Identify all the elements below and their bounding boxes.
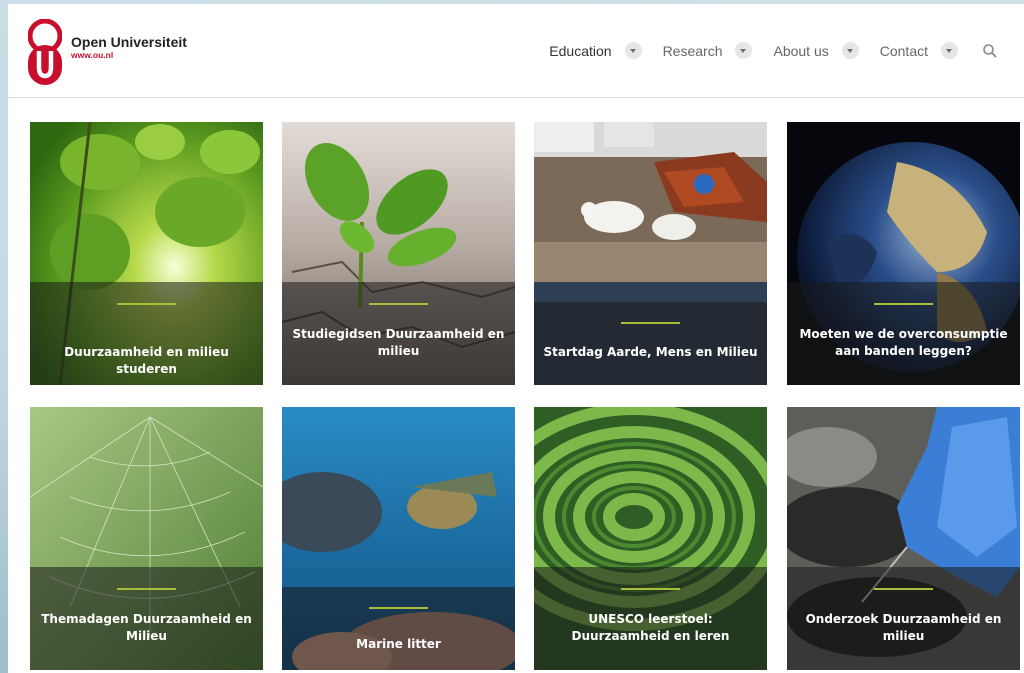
tile-marine-litter[interactable]: Marine litter <box>282 407 515 670</box>
tile-overconsumptie[interactable]: Moeten we de overconsumptie aan banden l… <box>787 122 1020 385</box>
nav-item-about-us[interactable]: About us <box>773 42 859 59</box>
accent-bar <box>117 588 176 590</box>
tile-title: Onderzoek Duurzaamheid en milieu <box>805 612 1002 643</box>
site-header: Open Universiteit www.ou.nl Education Re… <box>8 4 1024 98</box>
tile-duurzaamheid-studeren[interactable]: Duurzaamheid en milieu studeren <box>30 122 263 385</box>
nav-item-education[interactable]: Education <box>549 42 642 59</box>
accent-bar <box>369 303 428 305</box>
chevron-down-icon[interactable] <box>841 42 859 59</box>
accent-bar <box>874 303 933 305</box>
tile-title: Themadagen Duurzaamheid en Milieu <box>41 612 252 643</box>
page: Open Universiteit www.ou.nl Education Re… <box>8 4 1024 673</box>
tile-themadagen[interactable]: Themadagen Duurzaamheid en Milieu <box>30 407 263 670</box>
ou-logo-icon <box>28 19 62 85</box>
brand-name: Open Universiteit <box>71 34 187 50</box>
accent-bar <box>874 588 933 590</box>
tile-title: Moeten we de overconsumptie aan banden l… <box>799 327 1008 358</box>
logo[interactable]: Open Universiteit www.ou.nl <box>28 19 187 87</box>
tile-startdag[interactable]: Startdag Aarde, Mens en Milieu <box>534 122 767 385</box>
chevron-down-icon[interactable] <box>941 42 958 59</box>
tile-title: Duurzaamheid en milieu studeren <box>64 345 229 376</box>
chevron-down-icon[interactable] <box>624 42 642 59</box>
tile-onderzoek[interactable]: Onderzoek Duurzaamheid en milieu <box>787 407 1020 670</box>
accent-bar <box>369 607 428 609</box>
tile-studiegidsen[interactable]: Studiegidsen Duurzaamheid en milieu <box>282 122 515 385</box>
nav-item-research[interactable]: Research <box>663 42 753 59</box>
tile-unesco-leerstoel[interactable]: UNESCO leerstoel: Duurzaamheid en leren <box>534 407 767 670</box>
nav-item-contact[interactable]: Contact <box>880 42 958 59</box>
search-icon[interactable] <box>982 43 998 59</box>
brand-url[interactable]: www.ou.nl <box>71 50 187 60</box>
nav-label: Contact <box>879 42 928 59</box>
accent-bar <box>621 322 680 324</box>
caption-overlay <box>282 587 515 670</box>
tile-title: Studiegidsen Duurzaamheid en milieu <box>292 327 505 358</box>
tile-title: UNESCO leerstoel: Duurzaamheid en leren <box>571 612 730 643</box>
tile-title: Startdag Aarde, Mens en Milieu <box>543 345 758 359</box>
nav-label: About us <box>773 42 829 59</box>
accent-bar <box>117 303 176 305</box>
nav-label: Research <box>662 42 723 59</box>
tile-title: Marine litter <box>356 637 441 651</box>
main-nav: Education Research About us Contact <box>549 42 998 59</box>
accent-bar <box>621 588 680 590</box>
nav-label: Education <box>549 42 612 59</box>
chevron-down-icon[interactable] <box>735 42 753 59</box>
